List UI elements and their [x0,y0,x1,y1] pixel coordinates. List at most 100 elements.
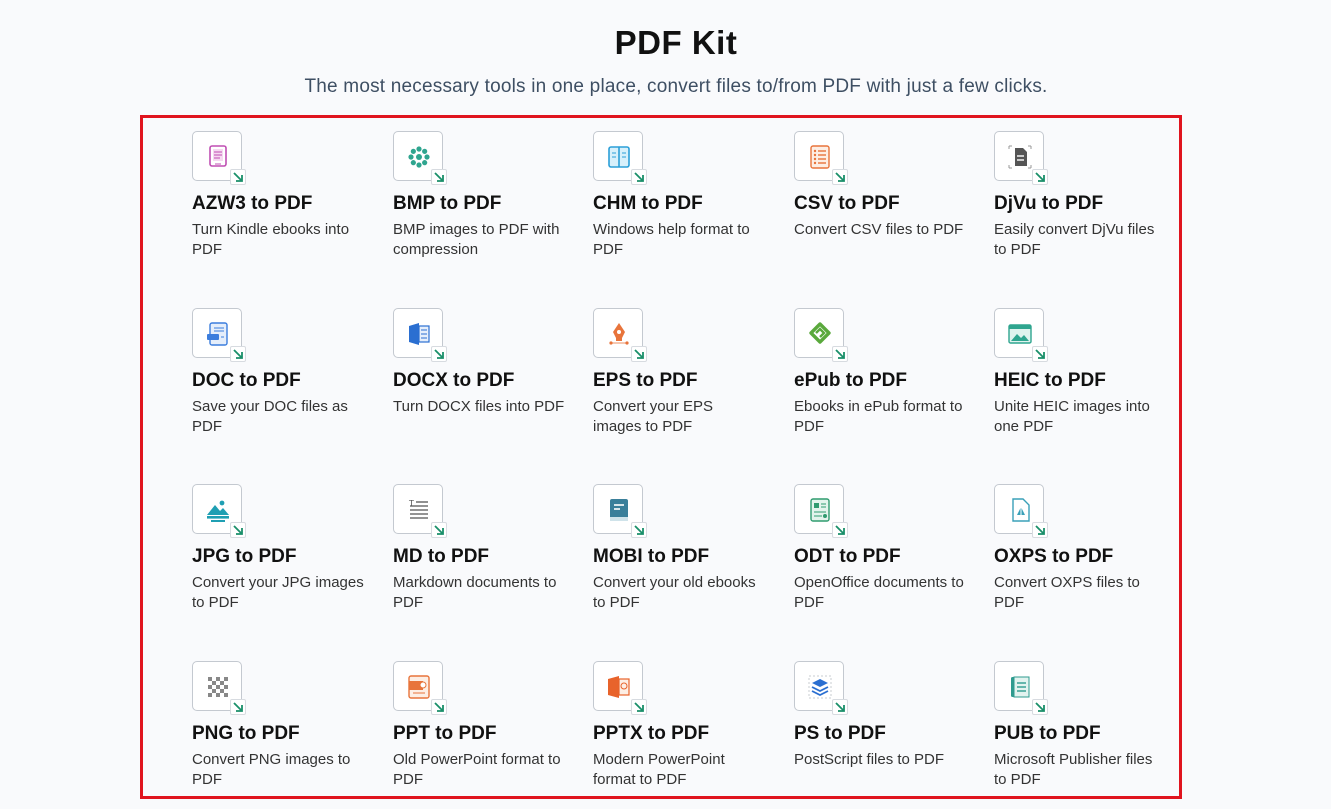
tool-card-docx-to-pdf[interactable]: DOCX to PDF Turn DOCX files into PDF [344,295,564,445]
bmp-image-icon [408,146,430,168]
arrow-badge [631,522,647,538]
arrow-down-right-icon [434,702,444,712]
tool-icon-box[interactable]: T [393,484,447,538]
tool-description: Convert your JPG images to PDF [192,574,364,611]
tool-icon-box[interactable] [794,661,848,715]
tool-title[interactable]: PUB to PDF [994,723,1174,745]
arrow-badge [431,699,447,715]
page-title: PDF Kit [614,24,738,61]
tool-description: OpenOffice documents to PDF [794,574,964,611]
tool-description: Unite HEIC images into one PDF [994,398,1150,435]
postscript-layers-icon [808,675,832,699]
tool-card-eps-to-pdf[interactable]: EPS to PDF Convert your EPS images to PDF [544,295,734,445]
tool-icon-box[interactable] [794,131,848,185]
tool-title[interactable]: OXPS to PDF [994,546,1174,568]
publisher-icon [1011,676,1030,698]
tool-description: Convert CSV files to PDF [794,221,964,238]
tool-description: BMP images to PDF with compression [393,221,560,258]
tool-description: Convert OXPS files to PDF [994,574,1140,611]
arrow-down-right-icon [434,525,444,535]
tool-card-chm-to-pdf[interactable]: CHM to PDF Windows help format to PDF [544,118,750,268]
tool-card-doc-to-pdf[interactable]: DOC to PDF Save your DOC files as PDF [143,295,348,445]
tool-title[interactable]: DjVu to PDF [994,193,1174,215]
tool-card-ppt-to-pdf[interactable]: PPT to PDF Old PowerPoint format to PDF [344,648,561,798]
tool-icon-box[interactable] [794,484,848,538]
arrow-badge [230,169,246,185]
arrow-badge [230,522,246,538]
arrow-badge [431,169,447,185]
arrow-badge [832,169,848,185]
tool-description: Convert your old ebooks to PDF [593,574,756,611]
tool-icon-box[interactable] [192,308,246,362]
epub-icon [809,322,831,344]
arrow-badge [832,346,848,362]
arrow-down-right-icon [835,172,845,182]
png-checker-icon [208,677,228,697]
tool-icon-box[interactable] [994,131,1048,185]
arrow-down-right-icon [835,702,845,712]
tool-card-ps-to-pdf[interactable]: PS to PDF PostScript files to PDF [745,648,944,798]
tool-icon-box[interactable] [393,131,447,185]
tool-card-djvu-to-pdf[interactable]: DjVu to PDF Easily convert DjVu files to … [945,118,1154,268]
docx-file-icon [409,323,430,345]
tool-card-jpg-to-pdf[interactable]: JPG to PDF Convert your JPG images to PDF [143,471,364,621]
tool-icon-box[interactable] [994,661,1048,715]
heic-image-icon [1008,324,1032,344]
tool-description: Modern PowerPoint format to PDF [593,751,725,788]
tool-card-pptx-to-pdf[interactable]: PPTX to PDF Modern PowerPoint format to P… [544,648,734,798]
tool-icon-box[interactable] [593,308,647,362]
arrow-badge [1032,699,1048,715]
tool-card-pub-to-pdf[interactable]: PUB to PDF Microsoft Publisher files to P… [945,648,1152,798]
markdown-icon: T [408,499,428,519]
arrow-down-right-icon [634,702,644,712]
arrow-badge [1032,522,1048,538]
tool-icon-box[interactable] [593,661,647,715]
arrow-badge [1032,346,1048,362]
arrow-down-right-icon [835,349,845,359]
arrow-down-right-icon [233,349,243,359]
tool-icon-box[interactable] [994,308,1048,362]
tool-description: Save your DOC files as PDF [192,398,348,435]
tool-description: Ebooks in ePub format to PDF [794,398,963,435]
arrow-down-right-icon [233,172,243,182]
tool-description: Turn Kindle ebooks into PDF [192,221,350,258]
arrow-badge [832,699,848,715]
tools-grid: AZW3 to PDF Turn Kindle ebooks into PDF BM… [140,115,1182,799]
arrow-badge [431,346,447,362]
odt-file-icon [810,498,830,522]
tool-icon-box[interactable] [393,308,447,362]
oxps-file-icon [1012,498,1030,522]
tool-icon-box[interactable] [192,661,246,715]
tool-icon-box[interactable] [994,484,1048,538]
arrow-down-right-icon [835,525,845,535]
tool-card-heic-to-pdf[interactable]: HEIC to PDF Unite HEIC images into one PD… [945,295,1150,445]
tool-card-mobi-to-pdf[interactable]: MOBI to PDF Convert your old ebooks to PD… [544,471,756,621]
arrow-badge [631,699,647,715]
tool-card-azw3-to-pdf[interactable]: AZW3 to PDF Turn Kindle ebooks into PDF [143,118,349,268]
tool-card-png-to-pdf[interactable]: PNG to PDF Convert PNG images to PDF [143,648,350,798]
tool-description: Convert your EPS images to PDF [593,398,714,435]
arrow-down-right-icon [1035,172,1045,182]
tool-description: Markdown documents to PDF [393,574,557,611]
tool-icon-box[interactable] [794,308,848,362]
djvu-file-icon [1008,145,1032,169]
tool-title[interactable]: HEIC to PDF [994,370,1174,392]
tool-card-oxps-to-pdf[interactable]: OXPS to PDF Convert OXPS files to PDF [945,471,1140,621]
tool-description: PostScript files to PDF [794,751,945,768]
tool-icon-box[interactable] [593,131,647,185]
tool-card-epub-to-pdf[interactable]: ePub to PDF Ebooks in ePub format to PDF [745,295,962,445]
mobi-book-icon [610,499,628,521]
arrow-badge [832,522,848,538]
tool-card-csv-to-pdf[interactable]: CSV to PDF Convert CSV files to PDF [745,118,963,268]
tool-icon-box[interactable] [192,484,246,538]
tool-card-bmp-to-pdf[interactable]: BMP to PDF BMP images to PDF with compres… [344,118,559,268]
tool-icon-box[interactable] [393,661,447,715]
tool-card-odt-to-pdf[interactable]: ODT to PDF OpenOffice documents to PDF [745,471,964,621]
tool-card-md-to-pdf[interactable]: T MD to PDF Markdown documents to PDF [344,471,556,621]
arrow-down-right-icon [1035,702,1045,712]
tool-icon-box[interactable] [192,131,246,185]
help-book-icon [608,146,630,168]
arrow-down-right-icon [634,172,644,182]
tool-description: Easily convert DjVu files to PDF [994,221,1155,258]
tool-icon-box[interactable] [593,484,647,538]
